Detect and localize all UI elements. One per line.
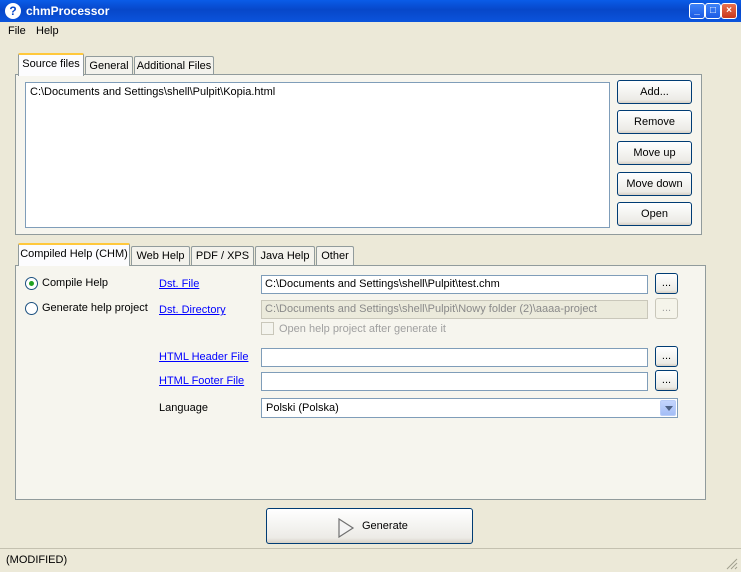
add-button[interactable]: Add... xyxy=(617,80,692,104)
menu-file[interactable]: File xyxy=(8,25,26,37)
html-header-browse-button[interactable]: ... xyxy=(655,346,678,367)
generate-label: Generate xyxy=(362,520,408,532)
dst-directory-input: C:\Documents and Settings\shell\Pulpit\N… xyxy=(261,300,648,319)
tab-web-help[interactable]: Web Help xyxy=(131,246,190,266)
menu-bar: File Help xyxy=(0,22,741,41)
open-after-label: Open help project after generate it xyxy=(279,323,446,335)
status-bar: (MODIFIED) xyxy=(0,548,741,572)
tab-pdf-xps[interactable]: PDF / XPS xyxy=(191,246,254,266)
generate-project-label[interactable]: Generate help project xyxy=(42,302,148,314)
tab-general[interactable]: General xyxy=(85,56,133,76)
move-up-button[interactable]: Move up xyxy=(617,141,692,165)
close-button[interactable]: × xyxy=(721,3,737,19)
html-footer-browse-button[interactable]: ... xyxy=(655,370,678,391)
minimize-button[interactable]: _ xyxy=(689,3,705,19)
tab-source-files[interactable]: Source files xyxy=(18,53,84,76)
remove-button[interactable]: Remove xyxy=(617,110,692,134)
generate-button[interactable]: Generate xyxy=(266,508,473,544)
dst-directory-browse-button: ... xyxy=(655,298,678,319)
language-value: Polski (Polska) xyxy=(266,402,339,414)
tab-compiled-help[interactable]: Compiled Help (CHM) xyxy=(18,243,130,266)
tab-other[interactable]: Other xyxy=(316,246,354,266)
open-button[interactable]: Open xyxy=(617,202,692,226)
language-label: Language xyxy=(159,402,208,414)
html-header-link[interactable]: HTML Header File xyxy=(159,351,248,363)
move-down-button[interactable]: Move down xyxy=(617,172,692,196)
chevron-down-icon[interactable] xyxy=(660,400,676,416)
tab-java-help[interactable]: Java Help xyxy=(255,246,315,266)
play-icon xyxy=(338,518,355,538)
dst-directory-link[interactable]: Dst. Directory xyxy=(159,304,226,316)
maximize-button[interactable]: □ xyxy=(705,3,721,19)
app-help-icon: ? xyxy=(5,3,21,19)
dst-file-input[interactable]: C:\Documents and Settings\shell\Pulpit\t… xyxy=(261,275,648,294)
list-item[interactable]: C:\Documents and Settings\shell\Pulpit\K… xyxy=(30,86,275,98)
menu-help[interactable]: Help xyxy=(36,25,59,37)
compile-help-label[interactable]: Compile Help xyxy=(42,277,108,289)
generate-project-radio[interactable] xyxy=(25,302,38,315)
status-text: (MODIFIED) xyxy=(6,554,68,566)
source-files-list[interactable]: C:\Documents and Settings\shell\Pulpit\K… xyxy=(25,82,610,228)
language-select[interactable]: Polski (Polska) xyxy=(261,398,678,418)
dst-file-link[interactable]: Dst. File xyxy=(159,278,199,290)
html-header-input[interactable] xyxy=(261,348,648,367)
title-bar: ? chmProcessor _ □ × xyxy=(0,0,741,22)
dst-file-browse-button[interactable]: ... xyxy=(655,273,678,294)
tab-additional-files[interactable]: Additional Files xyxy=(134,56,214,76)
html-footer-link[interactable]: HTML Footer File xyxy=(159,375,244,387)
html-footer-input[interactable] xyxy=(261,372,648,391)
window-title: chmProcessor xyxy=(26,4,110,18)
compile-help-radio[interactable] xyxy=(25,277,38,290)
open-after-checkbox xyxy=(261,322,274,335)
resize-grip-icon[interactable] xyxy=(726,558,738,570)
